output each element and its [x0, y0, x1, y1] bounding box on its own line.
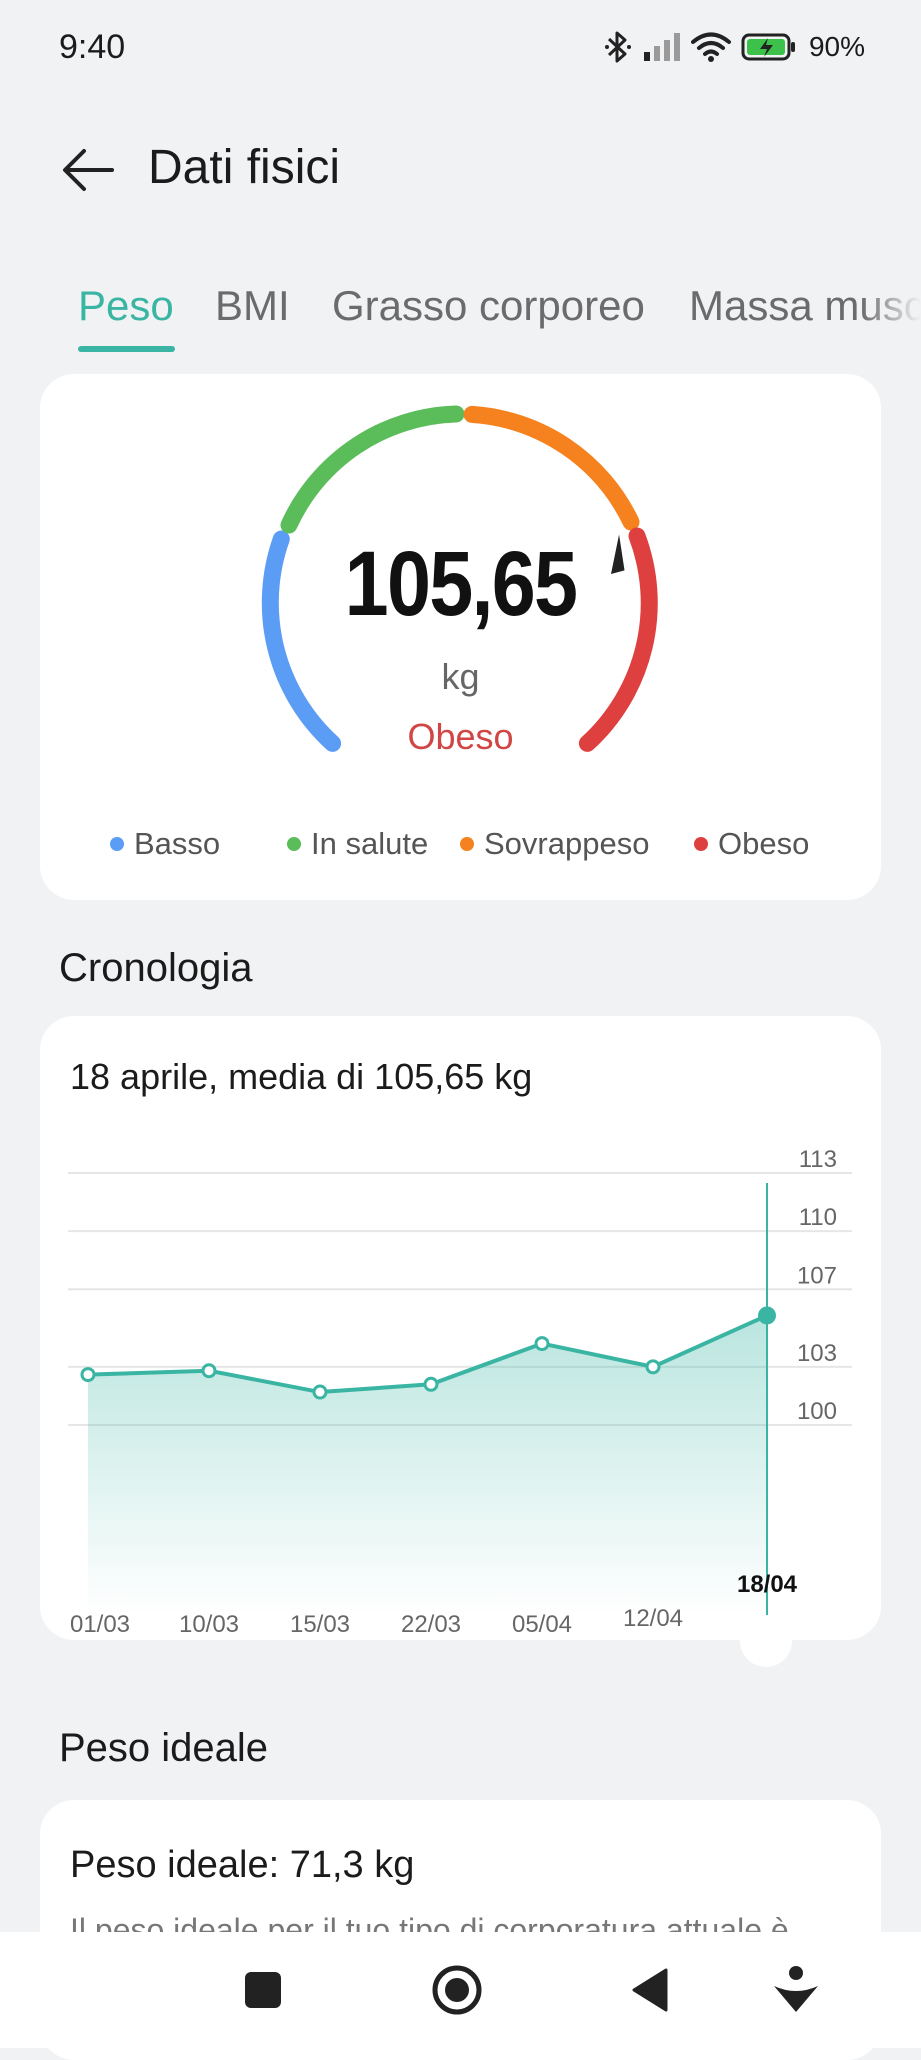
back-button[interactable]: [56, 138, 120, 202]
battery-percentage: 90%: [808, 31, 865, 62]
ideal-weight-title: Peso ideale: 71,3 kg: [70, 1844, 415, 1886]
accessibility-button[interactable]: [766, 1960, 826, 2020]
y-tick-label: 100: [797, 1398, 837, 1425]
x-tick-label: 12/04: [623, 1605, 683, 1632]
weight-unit: kg: [441, 656, 480, 697]
legend-dot-in-salute: [287, 837, 301, 851]
legend-label: In salute: [311, 826, 429, 861]
x-tick-label-selected: 18/04: [737, 1571, 798, 1598]
legend-dot-sovrappeso: [460, 837, 474, 851]
data-point: [201, 1363, 217, 1379]
ideal-section-title: Peso ideale: [59, 1726, 269, 1770]
y-tick-label: 103: [797, 1340, 837, 1367]
x-tick-label: 10/03: [179, 1611, 239, 1638]
page-title: Dati fisici: [148, 141, 341, 194]
x-tick-label: 22/03: [401, 1611, 461, 1638]
y-tick-label: 110: [799, 1204, 837, 1231]
legend-obeso: Obeso: [694, 826, 809, 862]
y-tick-label: 113: [799, 1146, 837, 1173]
home-circle-icon: [432, 1965, 482, 2015]
legend-dot-obeso: [694, 837, 708, 851]
tab-fade: [861, 270, 921, 360]
back-nav-button[interactable]: [620, 1960, 680, 2020]
system-nav-bar: [0, 1932, 921, 2048]
status-time: 9:40: [59, 28, 126, 66]
weight-history-chart[interactable]: 100 103 107 110 113 01/03 10/03 15/03 22/03 05/04…: [40, 1016, 881, 1640]
legend-dot-basso: [110, 837, 124, 851]
legend-label: Sovrappeso: [484, 826, 650, 861]
history-chart-card: 18 aprile, media di 105,65 kg 100 103 107 1…: [40, 1016, 881, 1640]
legend-label: Obeso: [718, 826, 810, 861]
x-tick-label: 01/03: [70, 1611, 130, 1638]
bluetooth-icon: [603, 30, 633, 64]
legend-basso: Basso: [110, 826, 220, 862]
weight-status: Obeso: [407, 716, 514, 757]
data-point: [645, 1359, 661, 1375]
square-icon: [245, 1972, 281, 2008]
active-tab-indicator: [78, 346, 175, 352]
back-triangle-icon: [632, 1968, 668, 2012]
legend-in-salute: In salute: [287, 826, 428, 862]
battery-charging-icon: [741, 32, 797, 62]
chart-scrubber-handle[interactable]: [740, 1615, 792, 1667]
tab-grasso-corporeo[interactable]: Grasso corporeo: [332, 282, 645, 330]
arrow-left-icon: [63, 149, 114, 191]
data-point: [534, 1336, 550, 1352]
legend-label: Basso: [134, 826, 221, 861]
y-tick-label: 107: [797, 1262, 837, 1289]
tab-bar: Peso BMI Grasso corporeo Massa muscolare: [0, 270, 921, 360]
x-tick-label: 05/04: [512, 1611, 572, 1638]
accessibility-icon: [774, 1966, 818, 2012]
x-tick-label: 15/03: [290, 1611, 350, 1638]
legend-sovrappeso: Sovrappeso: [460, 826, 649, 862]
history-section-title: Cronologia: [59, 946, 253, 990]
weight-value: 105,65: [344, 533, 578, 635]
data-point: [312, 1384, 328, 1400]
tab-bmi[interactable]: BMI: [215, 282, 290, 330]
status-bar: 9:40 90%: [0, 0, 921, 100]
selected-data-point: [758, 1306, 776, 1325]
recents-button[interactable]: [233, 1960, 293, 2020]
data-point: [80, 1367, 96, 1383]
status-icons: 90%: [603, 24, 865, 70]
gauge-segment-sovrappeso: [463, 405, 640, 531]
signal-icon: [643, 32, 681, 62]
gauge-segment-in-salute: [280, 405, 465, 534]
header: Dati fisici: [0, 130, 921, 210]
wifi-icon: [690, 31, 731, 63]
tab-peso[interactable]: Peso: [78, 282, 174, 330]
data-point: [423, 1376, 439, 1392]
home-button[interactable]: [427, 1960, 487, 2020]
weight-gauge-card: 105,65 kg Obeso Basso In salute Sovrappe…: [40, 374, 881, 900]
